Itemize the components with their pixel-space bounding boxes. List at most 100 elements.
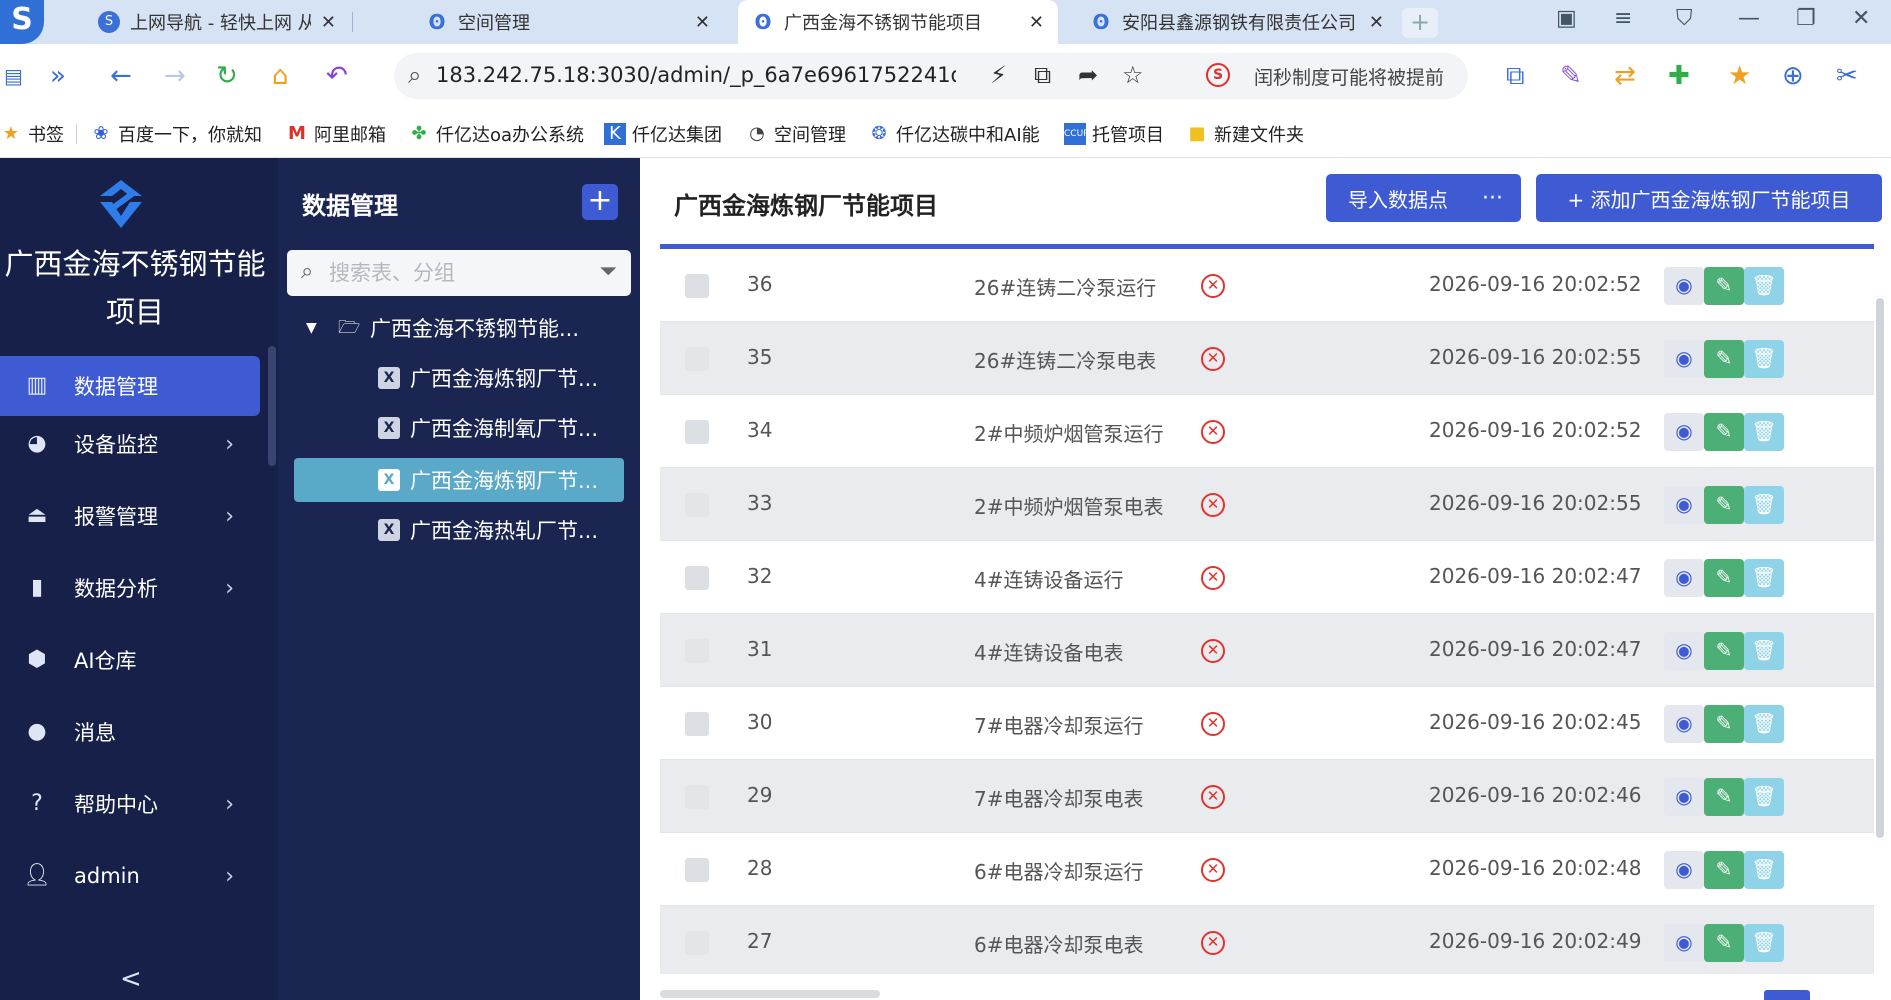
tree-child-node-selected[interactable]: X 广西金海炼钢厂节... [294,458,624,502]
table-row[interactable]: 30 7#电器冷却泵运行 ✕ 2026-09-16 20:02:45 ◉ ✎ 🗑︎ [660,687,1874,760]
nav-admin-user[interactable]: 👤︎ admin › [0,846,260,906]
skin-shirt-icon[interactable]: ⛉ [1676,6,1693,31]
bookmark-item[interactable]: K 仟亿达集团 [604,121,722,147]
nav-device-monitor[interactable]: ◕ 设备监控 › [0,414,260,474]
bookmark-item[interactable]: CCUP 托管项目 [1064,121,1164,147]
view-eye-icon[interactable]: ◉ [1664,778,1704,816]
download-icon[interactable]: ⊕ [1782,62,1804,90]
table-row[interactable]: 27 6#电器冷却泵电表 ✕ 2026-09-16 20:02:49 ◉ ✎ 🗑︎ [660,906,1874,974]
nav-data-management[interactable]: ▥ 数据管理 [0,356,260,416]
extension-icon[interactable]: ✚ [1668,62,1690,90]
nav-data-analysis[interactable]: ▮ 数据分析 › [0,558,260,618]
caret-down-icon[interactable]: ▼ [306,320,324,336]
menu-icon[interactable]: ≡ [1614,6,1632,31]
news-ticker[interactable]: 闰秒制度可能将被提前 [1254,63,1454,90]
minimize-icon[interactable]: — [1738,6,1760,31]
close-icon[interactable]: ✕ [1029,12,1044,33]
browser-tab[interactable]: ʘ 安阳县鑫源钢铁有限责任公司 ✕ [1076,0,1398,44]
delete-trash-icon[interactable]: 🗑︎ [1744,632,1784,670]
back-icon[interactable]: ← [110,62,132,90]
table-row[interactable]: 33 2#中频炉烟管泵电表 ✕ 2026-09-16 20:02:55 ◉ ✎ 🗑︎ [660,468,1874,541]
tab-list-icon[interactable]: ▣ [1556,6,1577,31]
row-checkbox[interactable] [685,712,709,736]
add-group-button[interactable]: + [582,184,618,220]
nav-ai-warehouse[interactable]: ⬢ AI仓库 [0,630,260,690]
view-eye-icon[interactable]: ◉ [1664,705,1704,743]
tree-child-node[interactable]: X 广西金海制氧厂节... [378,406,628,450]
browser-tab[interactable]: S 上网导航 - 轻快上网 从这里开 ✕ [84,0,350,44]
ai-write-icon[interactable]: ✎ [1560,62,1582,90]
view-eye-icon[interactable]: ◉ [1664,632,1704,670]
browser-tab-active[interactable]: ʘ 广西金海不锈钢节能项目 ✕ [738,0,1058,44]
row-checkbox[interactable] [685,858,709,882]
delete-trash-icon[interactable]: 🗑︎ [1744,851,1784,889]
close-icon[interactable]: ✕ [1369,12,1384,33]
new-tab-button[interactable]: + [1402,8,1438,38]
table-row[interactable]: 35 26#连铸二冷泵电表 ✕ 2026-09-16 20:02:55 ◉ ✎ 🗑︎ [660,322,1874,395]
collapse-sidebar-button[interactable]: < [120,964,142,994]
nav-messages[interactable]: ● 消息 [0,702,260,762]
row-checkbox[interactable] [685,785,709,809]
delete-trash-icon[interactable]: 🗑︎ [1744,924,1784,962]
forward-icon[interactable]: → [164,62,186,90]
add-project-button[interactable]: + 添加广西金海炼钢厂节能项目 [1536,174,1882,222]
row-checkbox[interactable] [685,420,709,444]
bookmark-item[interactable]: ★ 书签 [0,121,64,147]
bookmark-item[interactable]: ✤ 仟亿达oa办公系统 [408,121,584,147]
horizontal-scrollbar[interactable] [660,990,880,998]
edit-pencil-icon[interactable]: ✎ [1704,778,1744,816]
bookmark-item[interactable]: ■ 新建文件夹 [1186,121,1304,147]
vertical-scrollbar[interactable] [1876,298,1884,838]
edit-pencil-icon[interactable]: ✎ [1704,413,1744,451]
close-icon[interactable]: ✕ [321,12,336,33]
tree-root-node[interactable]: ▼ 🗁︎ 广西金海不锈钢节能... [306,306,626,350]
edit-pencil-icon[interactable]: ✎ [1704,924,1744,962]
delete-trash-icon[interactable]: 🗑︎ [1744,340,1784,378]
table-row[interactable]: 36 26#连铸二冷泵运行 ✕ 2026-09-16 20:02:52 ◉ ✎ 🗑︎ [660,249,1874,322]
double-chevron-icon[interactable]: » [50,62,66,90]
nav-help-center[interactable]: ? 帮助中心 › [0,774,260,834]
view-eye-icon[interactable]: ◉ [1664,340,1704,378]
bookmark-item[interactable]: ❂ 仟亿达碳中和AI能 [868,121,1039,147]
share-icon[interactable]: ➦ [1078,61,1098,89]
translate-icon[interactable]: ⧉ [1506,62,1525,90]
scissors-icon[interactable]: ✂ [1836,62,1858,90]
nav-alarm-management[interactable]: ⏏ 报警管理 › [0,486,260,546]
maximize-icon[interactable]: ❐ [1796,6,1816,31]
view-eye-icon[interactable]: ◉ [1664,486,1704,524]
edit-pencil-icon[interactable]: ✎ [1704,632,1744,670]
url-text[interactable]: 183.242.75.18:3030/admin/_p_6a7e69617522… [436,63,956,87]
tree-search-input[interactable] [329,258,579,288]
table-row[interactable]: 31 4#连铸设备电表 ✕ 2026-09-16 20:02:47 ◉ ✎ 🗑︎ [660,614,1874,687]
sidebar-scrollbar[interactable] [268,346,276,466]
reload-icon[interactable]: ↻ [216,62,238,90]
favorite-star-icon[interactable]: ☆ [1122,61,1144,89]
edit-pencil-icon[interactable]: ✎ [1704,705,1744,743]
view-eye-icon[interactable]: ◉ [1664,559,1704,597]
edit-pencil-icon[interactable]: ✎ [1704,340,1744,378]
screenshot-icon[interactable]: ⧉ [1034,61,1051,89]
bookmark-item[interactable]: ◔ 空间管理 [746,121,846,147]
bookmark-star-icon[interactable]: ★ [1728,62,1751,90]
address-bar[interactable]: ⌕ 183.242.75.18:3030/admin/_p_6a7e696175… [394,53,1468,99]
sync-icon[interactable]: ⇄ [1614,62,1636,90]
edit-pencil-icon[interactable]: ✎ [1704,267,1744,305]
tree-child-node[interactable]: X 广西金海热轧厂节... [378,508,628,552]
view-eye-icon[interactable]: ◉ [1664,924,1704,962]
row-checkbox[interactable] [685,931,709,955]
delete-trash-icon[interactable]: 🗑︎ [1744,267,1784,305]
row-checkbox[interactable] [685,639,709,663]
window-close-icon[interactable]: ✕ [1852,6,1870,31]
table-row[interactable]: 32 4#连铸设备运行 ✕ 2026-09-16 20:02:47 ◉ ✎ 🗑︎ [660,541,1874,614]
delete-trash-icon[interactable]: 🗑︎ [1744,778,1784,816]
row-checkbox[interactable] [685,566,709,590]
browser-logo-icon[interactable]: S [0,0,44,44]
edit-pencil-icon[interactable]: ✎ [1704,851,1744,889]
delete-trash-icon[interactable]: 🗑︎ [1744,705,1784,743]
reader-icon[interactable]: ▤ [4,62,23,90]
row-checkbox[interactable] [685,274,709,298]
table-row[interactable]: 28 6#电器冷却泵运行 ✕ 2026-09-16 20:02:48 ◉ ✎ 🗑︎ [660,833,1874,906]
import-datapoints-button[interactable]: 导入数据点 ··· [1326,174,1521,222]
more-options-button[interactable]: ··· [1482,186,1503,211]
close-icon[interactable]: ✕ [695,12,710,33]
